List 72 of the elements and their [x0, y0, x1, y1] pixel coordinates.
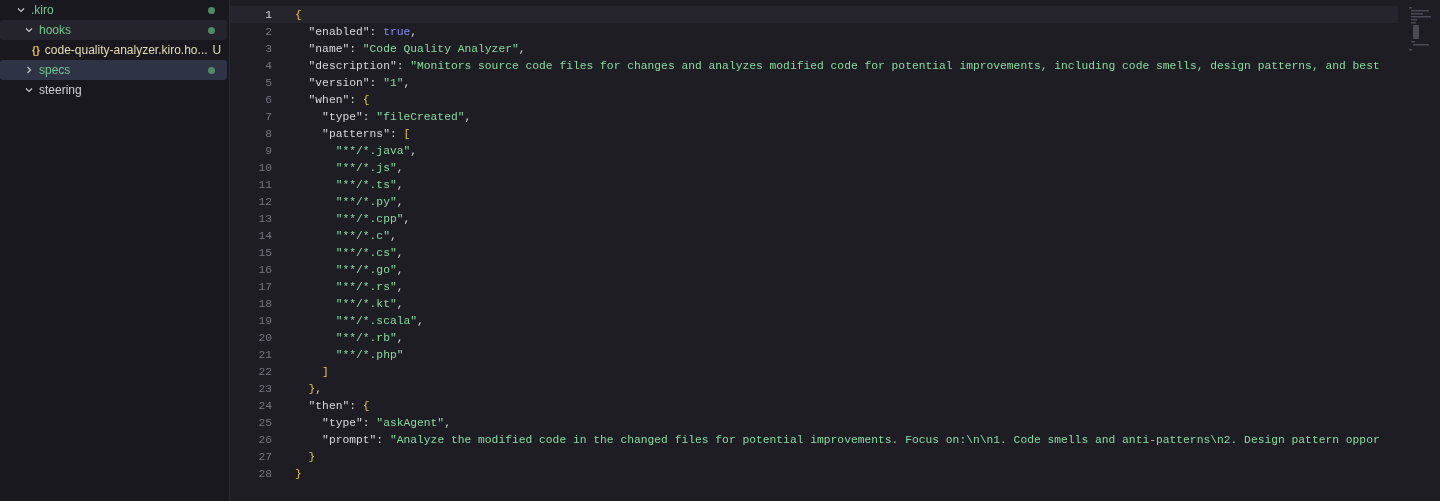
- line-number: 24: [257, 399, 272, 412]
- folder-name: hooks: [39, 23, 73, 37]
- code-line: "name": "Code Quality Analyzer",: [307, 42, 526, 55]
- line-number: 11: [257, 178, 272, 191]
- code-line: "**/*.java",: [334, 144, 418, 157]
- code-line: }: [307, 450, 316, 463]
- line-number: 2: [264, 25, 272, 38]
- line-number: 4: [264, 59, 272, 72]
- line-number: 16: [257, 263, 272, 276]
- file-name: code-quality-analyzer.kiro.ho...: [44, 43, 208, 57]
- line-number: 13: [257, 212, 272, 225]
- code-line: },: [307, 382, 323, 395]
- line-number: 28: [257, 467, 272, 480]
- line-number: 10: [257, 161, 272, 174]
- code-line: "patterns": [: [321, 127, 411, 140]
- code-line: "version": "1",: [307, 76, 411, 89]
- code-line: "type": "askAgent",: [321, 416, 451, 429]
- line-number: 14: [257, 229, 272, 242]
- status-dot: [208, 26, 215, 34]
- line-number: 19: [257, 314, 272, 327]
- line-number: 17: [257, 280, 272, 293]
- folder-item[interactable]: steering: [0, 80, 227, 100]
- code-line: "**/*.cpp",: [334, 212, 411, 225]
- code-line: "description": "Monitors source code files for changes and analyzes modified code for potential improvements, including code smells, design patterns, and best: [307, 59, 1380, 72]
- line-number: 1: [264, 8, 272, 21]
- minimap-drawing: [1408, 6, 1432, 52]
- line-number: 22: [257, 365, 272, 378]
- code-line: "**/*.py",: [334, 195, 404, 208]
- code-line: "**/*.go",: [334, 263, 404, 276]
- code-line: "**/*.rb",: [334, 331, 404, 344]
- folder-item[interactable]: hooks: [0, 20, 227, 40]
- line-number: 8: [264, 127, 272, 140]
- code-line: {: [295, 8, 302, 21]
- json-file-icon: {}: [32, 44, 40, 56]
- code-line: }: [295, 467, 302, 480]
- folder-item[interactable]: .kiro: [0, 0, 227, 20]
- code-line: "**/*.c",: [334, 229, 397, 242]
- line-number: 18: [257, 297, 272, 310]
- line-number: 21: [257, 348, 272, 361]
- line-number: 3: [264, 42, 272, 55]
- status-dot: [208, 66, 215, 74]
- line-number: 5: [264, 76, 272, 89]
- folder-name: specs: [39, 63, 72, 77]
- folder-name: steering: [39, 83, 83, 97]
- code-line: "**/*.php": [334, 348, 404, 361]
- folder-name: .kiro: [31, 3, 55, 17]
- code-line: "prompt": "Analyze the modified code in the changed files for potential improvements. Focus on:\n\n1. Code smells and anti-patterns\n2. Design pattern oppor: [321, 433, 1380, 446]
- code-line: "**/*.cs",: [334, 246, 404, 259]
- line-number: 15: [257, 246, 272, 259]
- status-dot: [208, 6, 215, 14]
- code-line: "**/*.rs",: [334, 280, 404, 293]
- file-item[interactable]: {} code-quality-analyzer.kiro.ho... U: [0, 40, 227, 60]
- line-number: 25: [257, 416, 272, 429]
- line-number: 27: [257, 450, 272, 463]
- line-number: 9: [264, 144, 272, 157]
- code-line: "then": {: [307, 399, 370, 412]
- code-line: "when": {: [307, 93, 370, 106]
- code-line: "**/*.kt",: [334, 297, 404, 310]
- folder-item[interactable]: specs: [0, 60, 227, 80]
- git-status-letter: U: [212, 43, 222, 57]
- line-number: 12: [257, 195, 272, 208]
- code-line: "enabled": true,: [307, 25, 418, 38]
- code-line: ]: [321, 365, 329, 378]
- code-line: "type": "fileCreated",: [321, 110, 472, 123]
- line-number: 23: [257, 382, 272, 395]
- code-line: "**/*.scala",: [334, 314, 424, 327]
- line-number: 7: [264, 110, 272, 123]
- code-line: "**/*.js",: [334, 161, 404, 174]
- line-number: 26: [257, 433, 272, 446]
- code-line: "**/*.ts",: [334, 178, 404, 191]
- line-number: 20: [257, 331, 272, 344]
- line-number: 6: [264, 93, 272, 106]
